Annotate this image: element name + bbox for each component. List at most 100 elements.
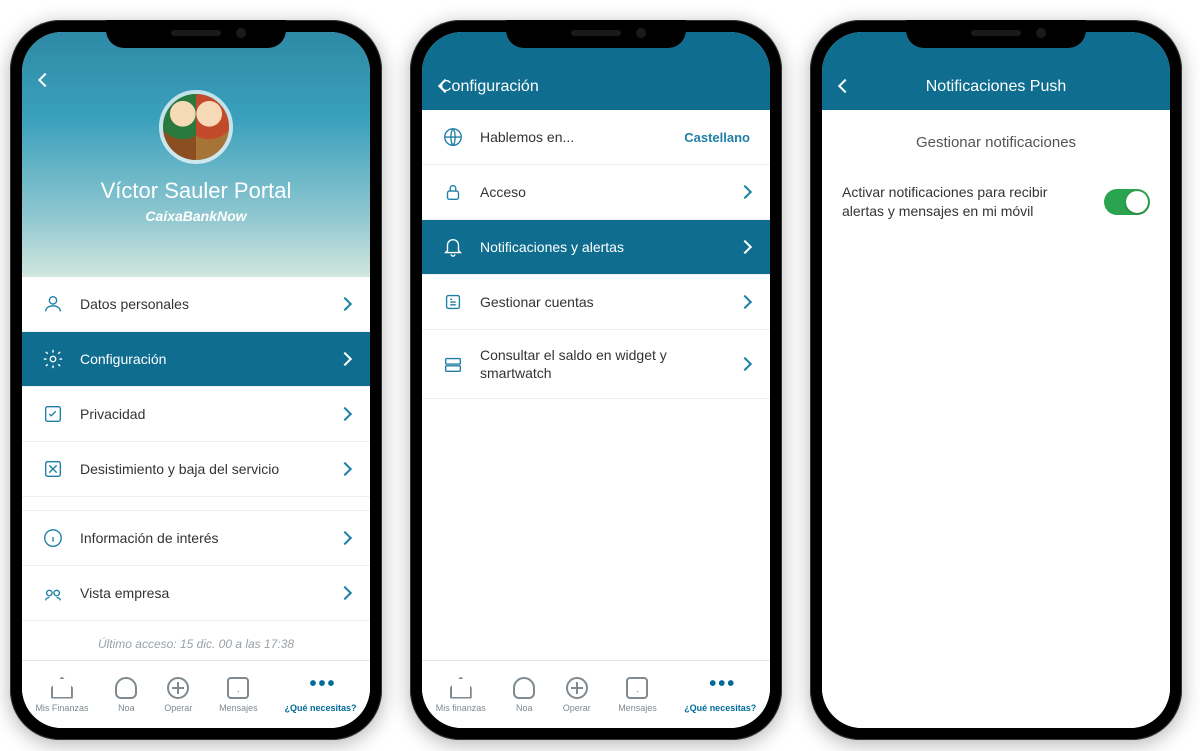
phone-profile: Víctor Sauler Portal CaixaBankNow Datos … (10, 20, 382, 740)
tab-messages[interactable]: Mensajes (219, 677, 258, 713)
tab-label: Noa (118, 703, 135, 713)
row-label: Acceso (480, 183, 724, 201)
toggle-push[interactable]: Activar notificaciones para recibir aler… (822, 169, 1170, 235)
menu-item-info[interactable]: Información de interés (22, 511, 370, 566)
phone-notch (906, 20, 1086, 48)
chevron-right-icon (338, 296, 352, 310)
tab-messages[interactable]: Mensajes (618, 677, 657, 713)
divider (22, 497, 370, 511)
menu-label: Desistimiento y baja del servicio (80, 460, 324, 478)
tab-label: Operar (164, 703, 192, 713)
chevron-left-icon (438, 79, 452, 93)
tab-bar: Mis Finanzas Noa Operar Mensajes ••• ¿Qué… (22, 660, 370, 728)
bot-icon (115, 677, 137, 699)
tab-operate[interactable]: Operar (563, 677, 591, 713)
app-name: CaixaBankNow (22, 208, 370, 224)
lock-icon (442, 181, 464, 203)
row-label: Consultar el saldo en widget y smartwatc… (480, 346, 724, 382)
menu-label: Privacidad (80, 405, 324, 423)
chevron-right-icon (338, 530, 352, 544)
tab-noa[interactable]: Noa (513, 677, 535, 713)
tab-bar: Mis finanzas Noa Operar Mensajes ••• ¿Qué… (422, 660, 770, 728)
tab-finance[interactable]: Mis finanzas (436, 677, 486, 713)
row-access[interactable]: Acceso (422, 165, 770, 220)
back-button[interactable] (40, 72, 50, 90)
switch-on-icon[interactable] (1104, 189, 1150, 215)
tab-label: Operar (563, 703, 591, 713)
bell-icon (442, 236, 464, 258)
user-name: Víctor Sauler Portal (22, 178, 370, 204)
tab-label: Mis finanzas (436, 703, 486, 713)
tab-label: ¿Qué necesitas? (285, 703, 357, 713)
back-button[interactable] (840, 78, 850, 96)
row-widget[interactable]: Consultar el saldo en widget y smartwatc… (422, 330, 770, 399)
config-list: Hablemos en... Castellano Acceso Notific… (422, 110, 770, 660)
chevron-left-icon (38, 73, 52, 87)
mail-icon (227, 677, 249, 699)
business-icon (42, 582, 64, 604)
back-button[interactable] (440, 78, 450, 96)
more-icon: ••• (310, 677, 332, 699)
row-label: Notificaciones y alertas (480, 238, 724, 256)
phone-notch (506, 20, 686, 48)
avatar[interactable] (159, 90, 233, 164)
cancel-service-icon (42, 458, 64, 480)
tab-label: Mensajes (219, 703, 258, 713)
chevron-right-icon (738, 357, 752, 371)
last-access: Último acceso: 15 dic. 00 a las 17:38 (22, 621, 370, 660)
tab-operate[interactable]: Operar (164, 677, 192, 713)
page-title: Notificaciones Push (926, 78, 1067, 96)
tab-label: Mis Finanzas (35, 703, 88, 713)
chevron-right-icon (338, 406, 352, 420)
row-label: Hablemos en... (480, 128, 668, 146)
phone-push: Notificaciones Push Gestionar notificaci… (810, 20, 1182, 740)
row-accounts[interactable]: Gestionar cuentas (422, 275, 770, 330)
tab-label: ¿Qué necesitas? (684, 703, 756, 713)
mail-icon (626, 677, 648, 699)
profile-menu: Datos personales Configuración Privacida… (22, 277, 370, 660)
tab-noa[interactable]: Noa (115, 677, 137, 713)
row-label: Gestionar cuentas (480, 293, 724, 311)
menu-item-personal[interactable]: Datos personales (22, 277, 370, 332)
chevron-right-icon (738, 239, 752, 253)
push-body: Gestionar notificaciones Activar notific… (822, 110, 1170, 728)
plus-icon (566, 677, 588, 699)
chevron-left-icon (838, 79, 852, 93)
language-value: Castellano (684, 130, 750, 145)
page-title: Configuración (440, 78, 539, 96)
home-icon (450, 677, 472, 699)
chevron-right-icon (738, 294, 752, 308)
section-title: Gestionar notificaciones (822, 110, 1170, 169)
gear-icon (42, 348, 64, 370)
tab-label: Mensajes (618, 703, 657, 713)
menu-label: Configuración (80, 350, 324, 368)
home-icon (51, 677, 73, 699)
row-language[interactable]: Hablemos en... Castellano (422, 110, 770, 165)
menu-item-privacy[interactable]: Privacidad (22, 387, 370, 442)
person-icon (42, 293, 64, 315)
screen-push: Notificaciones Push Gestionar notificaci… (822, 32, 1170, 728)
screen-config: Configuración Hablemos en... Castellano … (422, 32, 770, 728)
menu-item-config[interactable]: Configuración (22, 332, 370, 387)
tab-finance[interactable]: Mis Finanzas (35, 677, 88, 713)
privacy-icon (42, 403, 64, 425)
profile-hero: Víctor Sauler Portal CaixaBankNow (22, 32, 370, 277)
screen-profile: Víctor Sauler Portal CaixaBankNow Datos … (22, 32, 370, 728)
chevron-right-icon (338, 461, 352, 475)
widget-icon (442, 353, 464, 375)
globe-icon (442, 126, 464, 148)
chevron-right-icon (338, 585, 352, 599)
tab-need[interactable]: ••• ¿Qué necesitas? (684, 677, 756, 713)
tab-label: Noa (516, 703, 533, 713)
menu-item-business[interactable]: Vista empresa (22, 566, 370, 621)
menu-item-cancel[interactable]: Desistimiento y baja del servicio (22, 442, 370, 497)
phone-notch (106, 20, 286, 48)
tab-need[interactable]: ••• ¿Qué necesitas? (285, 677, 357, 713)
row-notifications[interactable]: Notificaciones y alertas (422, 220, 770, 275)
toggle-label: Activar notificaciones para recibir aler… (842, 183, 1090, 221)
phone-config: Configuración Hablemos en... Castellano … (410, 20, 782, 740)
more-icon: ••• (709, 677, 731, 699)
accounts-icon (442, 291, 464, 313)
menu-label: Datos personales (80, 295, 324, 313)
menu-label: Vista empresa (80, 584, 324, 602)
